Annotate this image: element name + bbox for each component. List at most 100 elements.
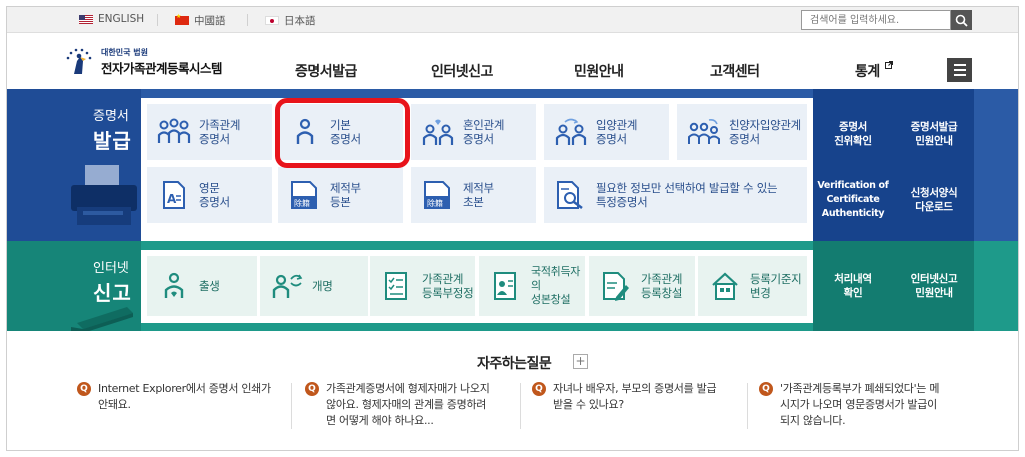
faq-item[interactable]: Q Internet Explorer에서 증명서 인쇄가 안돼요. [77, 381, 297, 413]
faq-item[interactable]: Q '가족관계등록부가 폐쇄되었다'는 메 시지가 나오며 영문증명서가 발급이 되… [759, 381, 974, 429]
nav-civil-guide[interactable]: 민원안내 [574, 61, 624, 81]
faq-text: '가족관계등록부가 폐쇄되었다'는 메 [780, 382, 940, 395]
tile-label: 특정증명서 [596, 195, 648, 209]
tile-label: 증명서 [199, 195, 230, 209]
tile-label: 가족관계 [641, 272, 683, 286]
faq-text: 면 어떻게 해야 하나요... [326, 414, 434, 427]
nav-statistics-label: 통계 [855, 64, 880, 80]
faq-item[interactable]: Q 가족관계증명서에 형제자매가 나오지않아요. 형제자매의 관계를 증명하려면… [305, 381, 525, 429]
site-logo[interactable]: 대한민국 법원 전자가족관계등록시스템 [65, 47, 223, 77]
faq-text: 가족관계증명서에 형제자매가 나오지 [326, 382, 490, 395]
adoption-icon [554, 115, 588, 149]
language-chinese-link[interactable]: 中國語 [175, 13, 226, 28]
faq-text: 시지가 나오며 영문증명서가 발급이 [780, 398, 937, 411]
side-link-label: Verification of [817, 180, 889, 191]
jp-flag-icon [265, 16, 279, 25]
tile-register-correction[interactable]: 가족관계 등록부정정 [370, 256, 475, 316]
question-icon: Q [305, 382, 319, 396]
tile-removed-register-copy[interactable]: 除籍 제적부 등본 [278, 167, 403, 223]
link-verification-english[interactable]: Verification of Certificate Authenticity [813, 179, 893, 221]
link-certificate-verification[interactable]: 증명서 진위확인 [813, 120, 893, 148]
side-link-label: 민원안내 [915, 135, 953, 147]
logo-subtitle: 대한민국 법원 [101, 48, 148, 57]
tile-specific-certificate[interactable]: 필요한 정보만 선택하여 발급할 수 있는 특정증명서 [544, 167, 807, 223]
faq-text: 자녀나 배우자, 부모의 증명서를 발급 [553, 382, 717, 395]
search-button[interactable] [951, 10, 972, 30]
language-english-link[interactable]: ENGLISH [79, 13, 144, 25]
faq-item[interactable]: Q 자녀나 배우자, 부모의 증명서를 발급 받을 수 있나요? [532, 381, 752, 413]
marriage-icon [421, 115, 455, 149]
header: 대한민국 법원 전자가족관계등록시스템 증명서발급 인터넷신고 민원안내 고객센… [7, 34, 1018, 89]
link-process-history[interactable]: 처리내역확인 [813, 272, 893, 300]
side-link-label: Certificate [826, 194, 880, 205]
search-input[interactable] [801, 10, 951, 30]
removed-register-extract-icon: 除籍 [421, 178, 455, 212]
side-link-label: Authenticity [821, 208, 885, 219]
side-link-label: 확인 [843, 287, 863, 299]
menu-button[interactable] [947, 58, 972, 82]
us-flag-icon [79, 14, 93, 24]
link-form-download[interactable]: 신청서양식다운로드 [894, 186, 974, 214]
faq-text: 않아요. 형제자매의 관계를 증명하려 [326, 398, 487, 411]
band-edge [974, 241, 1018, 331]
language-label: 日本語 [284, 15, 316, 27]
tile-label: 변경 [750, 286, 771, 300]
tile-full-adoption-certificate[interactable]: 친양자입양관계 증명서 [677, 104, 807, 160]
removed-register-icon: 除籍 [288, 178, 322, 212]
language-label: 中國語 [194, 15, 226, 27]
house-icon [708, 269, 742, 303]
nav-statistics[interactable]: 통계 [855, 61, 894, 81]
svg-text:除籍: 除籍 [294, 198, 310, 208]
highlight-ring [275, 98, 410, 168]
tile-rename-report[interactable]: 개명 [260, 256, 368, 316]
tile-label: 혼인관계 [463, 118, 505, 132]
tile-label: 증명서 [596, 132, 627, 146]
report-section-header: 인터넷 신고 [7, 241, 141, 331]
faq-text: 받을 수 있나요? [553, 398, 624, 411]
report-section-title-small: 인터넷 [93, 261, 129, 276]
faq-more-button[interactable]: + [573, 354, 588, 369]
tile-english-certificate[interactable]: A 영문 증명서 [147, 167, 272, 223]
side-link-label: 신청서양식 [910, 187, 958, 199]
tile-domicile-change[interactable]: 등록기준지 변경 [698, 256, 807, 316]
tile-label: 등본 [330, 195, 351, 209]
side-link-label: 다운로드 [915, 201, 953, 213]
nav-customer-center[interactable]: 고객센터 [710, 61, 760, 81]
external-link-icon [885, 61, 894, 69]
tile-family-certificate[interactable]: 가족관계 증명서 [147, 104, 272, 160]
tile-label: 친양자입양관계 [729, 118, 801, 132]
birth-icon [157, 269, 191, 303]
tile-marriage-certificate[interactable]: 혼인관계 증명서 [411, 104, 536, 160]
side-link-label: 인터넷신고 [910, 273, 958, 285]
correction-form-icon [380, 269, 414, 303]
family-icon [157, 115, 191, 149]
divider [291, 383, 292, 429]
side-link-label: 처리내역 [834, 273, 872, 285]
nav-certificate-issue[interactable]: 증명서발급 [295, 61, 357, 81]
tile-birth-report[interactable]: 출생 [147, 256, 257, 316]
tile-label: 가족관계 [422, 272, 464, 286]
tile-label: 제적부 [330, 181, 361, 195]
issue-section-title: 발급 [93, 129, 132, 153]
tile-adoption-certificate[interactable]: 입양관계 증명서 [544, 104, 669, 160]
page-frame: ENGLISH 中國語 日本語 [6, 6, 1019, 451]
question-icon: Q [759, 382, 773, 396]
link-report-guide[interactable]: 인터넷신고 민원안내 [894, 272, 974, 300]
english-document-icon: A [157, 178, 191, 212]
issue-section-title-small: 증명서 [93, 109, 129, 124]
tile-label: 증명서 [463, 132, 494, 146]
logo-title: 전자가족관계등록시스템 [101, 61, 223, 76]
tile-removed-register-extract[interactable]: 除籍 제적부 초본 [411, 167, 536, 223]
cn-flag-icon [175, 13, 189, 25]
tile-surname-creation[interactable]: 국적취득자의 성본창설 [479, 256, 585, 316]
printer-icon [71, 165, 137, 225]
tile-register-creation[interactable]: 가족관계 등록창설 [589, 256, 695, 316]
svg-text:A: A [167, 192, 177, 206]
tile-label: 입양관계 [596, 118, 638, 132]
tile-label: 국적취득자의 [531, 265, 581, 292]
nav-internet-report[interactable]: 인터넷신고 [431, 61, 493, 81]
language-japanese-link[interactable]: 日本語 [265, 13, 316, 28]
tile-label: 개명 [312, 279, 333, 293]
link-issue-guide[interactable]: 증명서발급 민원안내 [894, 120, 974, 148]
search-icon [955, 14, 968, 27]
